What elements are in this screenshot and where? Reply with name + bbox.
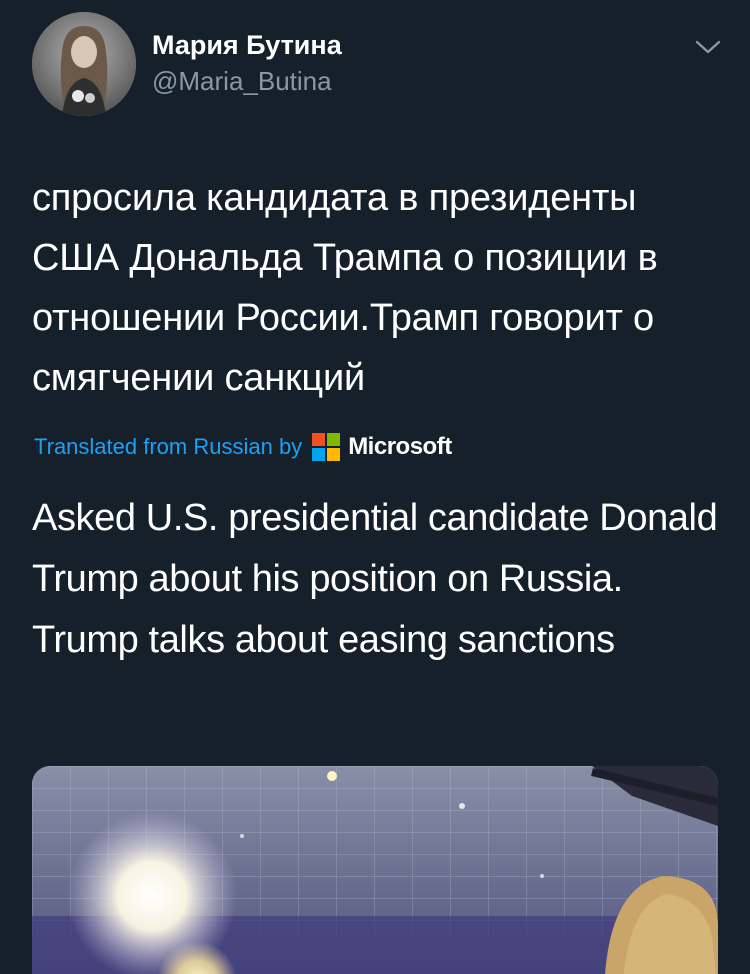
tweet-card: Мария Бутина @Maria_Butina спросила канд… — [0, 0, 750, 974]
photo-image — [32, 766, 718, 974]
translated-from-link[interactable]: Translated from Russian by — [34, 434, 302, 460]
microsoft-logo-icon — [312, 433, 341, 461]
translator-name: Microsoft — [348, 433, 452, 460]
author-name[interactable]: Мария Бутина — [152, 30, 342, 61]
chevron-down-icon[interactable] — [693, 36, 723, 58]
translation-attribution: Translated from Russian by Microsoft — [34, 432, 452, 462]
avatar[interactable] — [32, 12, 136, 116]
tweet-text: спросила кандидата в президенты США Дона… — [32, 177, 658, 399]
avatar-image — [32, 12, 136, 116]
author-handle[interactable]: @Maria_Butina — [152, 66, 332, 97]
translated-text: Asked U.S. presidential candidate Donald… — [32, 497, 718, 661]
tweet-photo[interactable] — [32, 766, 718, 974]
